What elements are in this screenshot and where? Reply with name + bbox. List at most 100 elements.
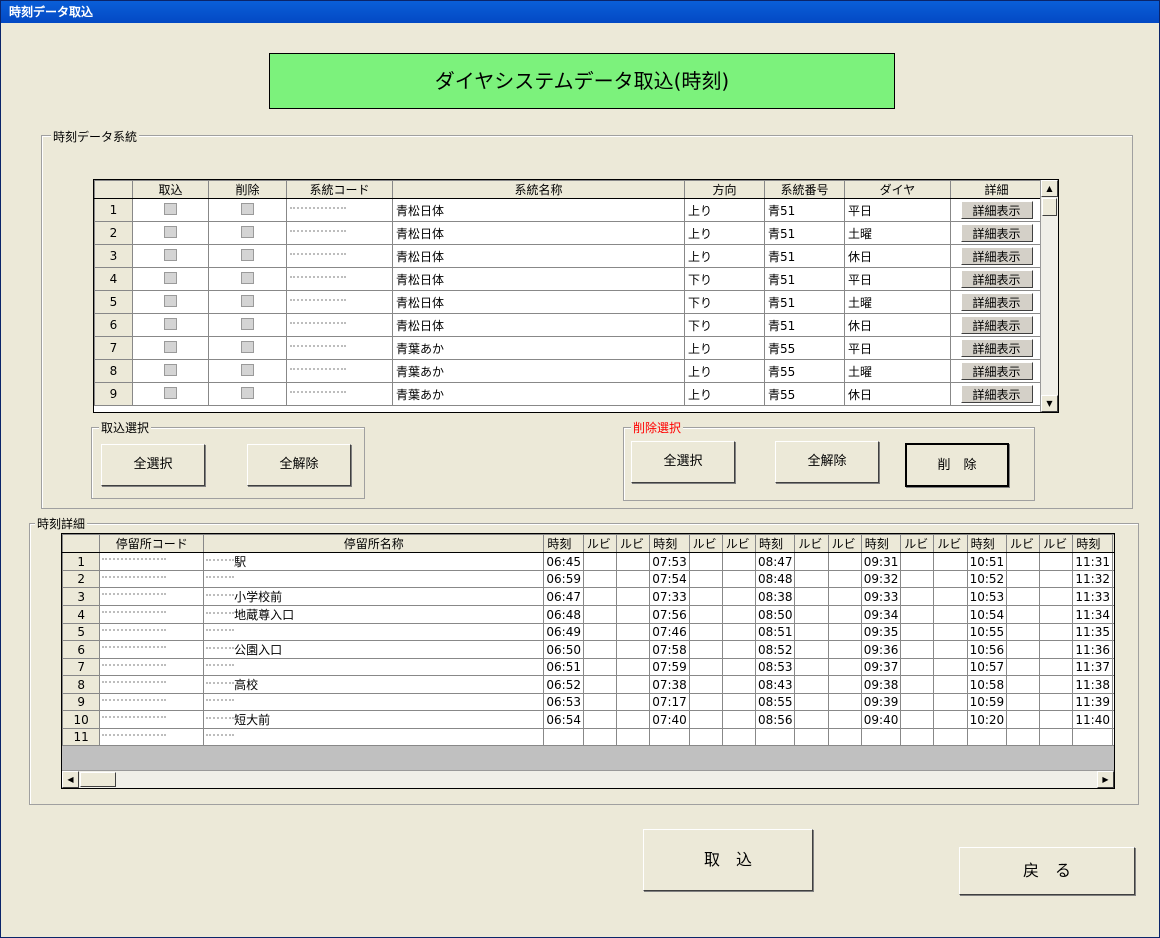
scroll-thumb[interactable] (1042, 198, 1057, 216)
import-checkbox-cell[interactable] (132, 198, 209, 222)
ruby-cell[interactable] (582, 623, 618, 641)
ruby-cell[interactable] (900, 658, 935, 676)
ruby-cell[interactable] (1005, 570, 1041, 588)
ruby-cell[interactable] (582, 675, 618, 694)
ruby-cell[interactable] (721, 623, 756, 641)
ruby-cell[interactable] (1005, 587, 1041, 606)
time-cell[interactable]: 11:39 (1072, 693, 1113, 711)
back-button[interactable]: 戻 る (959, 847, 1135, 895)
ruby-cell[interactable] (1111, 710, 1114, 729)
ruby-cell[interactable] (1111, 570, 1114, 588)
ruby-cell[interactable] (933, 728, 968, 746)
ruby-cell[interactable] (582, 710, 618, 729)
time-cell[interactable] (860, 728, 902, 746)
time-cell[interactable]: 08:56 (754, 710, 796, 729)
time-cell[interactable]: 07:56 (649, 605, 690, 624)
delete-checkbox[interactable] (241, 363, 254, 376)
time-cell[interactable]: 06:49 (543, 623, 584, 641)
ruby-cell[interactable] (1111, 658, 1114, 676)
time-cell[interactable]: 09:40 (860, 710, 902, 729)
ruby-cell[interactable] (1005, 640, 1041, 659)
ruby-cell[interactable] (582, 570, 618, 588)
time-cell[interactable] (543, 728, 584, 746)
import-checkbox-cell[interactable] (132, 313, 209, 337)
time-cell[interactable]: 07:58 (649, 640, 690, 659)
ruby-cell[interactable] (688, 623, 723, 641)
time-cell[interactable]: 08:48 (754, 570, 796, 588)
import-checkbox[interactable] (164, 386, 177, 399)
import-checkbox-cell[interactable] (132, 382, 209, 406)
ruby-cell[interactable] (615, 728, 651, 746)
ruby-cell[interactable] (582, 640, 618, 659)
system-row[interactable]: 2 青松日体 上り 青51 土曜 詳細表示 (94, 221, 1043, 245)
time-cell[interactable]: 07:46 (649, 623, 690, 641)
time-cell[interactable]: 08:43 (754, 675, 796, 694)
ruby-cell[interactable] (615, 587, 651, 606)
time-cell[interactable]: 08:52 (754, 640, 796, 659)
stop-row[interactable]: 7 06:51 07:59 08:53 09:37 10:57 11:37 (62, 658, 1114, 676)
delete-checkbox-cell[interactable] (208, 359, 287, 383)
import-checkbox-cell[interactable] (132, 221, 209, 245)
detail-show-button[interactable]: 詳細表示 (960, 385, 1033, 403)
delete-checkbox[interactable] (241, 386, 254, 399)
time-cell[interactable]: 09:32 (860, 570, 902, 588)
time-cell[interactable]: 10:56 (966, 640, 1008, 659)
system-row[interactable]: 3 青松日体 上り 青51 休日 詳細表示 (94, 244, 1043, 268)
import-clear-all-button[interactable]: 全解除 (247, 444, 351, 486)
import-checkbox[interactable] (164, 363, 177, 376)
delete-checkbox-cell[interactable] (208, 244, 287, 268)
time-cell[interactable] (966, 728, 1008, 746)
ruby-cell[interactable] (688, 552, 723, 571)
ruby-cell[interactable] (1039, 587, 1074, 606)
ruby-cell[interactable] (688, 570, 723, 588)
ruby-cell[interactable] (794, 640, 829, 659)
ruby-cell[interactable] (827, 623, 862, 641)
ruby-cell[interactable] (827, 552, 862, 571)
ruby-cell[interactable] (933, 710, 968, 729)
ruby-cell[interactable] (794, 570, 829, 588)
system-row[interactable]: 1 青松日体 上り 青51 平日 詳細表示 (94, 198, 1043, 222)
detail-show-button[interactable]: 詳細表示 (960, 224, 1033, 242)
time-cell[interactable]: 09:38 (860, 675, 902, 694)
time-cell[interactable]: 08:38 (754, 587, 796, 606)
time-cell[interactable]: 07:38 (649, 675, 690, 694)
ruby-cell[interactable] (933, 658, 968, 676)
time-cell[interactable]: 08:50 (754, 605, 796, 624)
import-checkbox[interactable] (164, 317, 177, 330)
ruby-cell[interactable] (615, 675, 651, 694)
system-row[interactable]: 7 青葉あか 上り 青55 平日 詳細表示 (94, 336, 1043, 360)
system-grid[interactable]: 取込 削除 系統コード 系統名称 方向 系統番号 ダイヤ 詳細 1 青松日体 上り 青51 平日 詳細表… (93, 179, 1059, 413)
ruby-cell[interactable] (933, 605, 968, 624)
stop-row[interactable]: 5 06:49 07:46 08:51 09:35 10:55 11:35 (62, 623, 1114, 641)
ruby-cell[interactable] (688, 710, 723, 729)
ruby-cell[interactable] (1005, 552, 1041, 571)
ruby-cell[interactable] (582, 728, 618, 746)
ruby-cell[interactable] (615, 552, 651, 571)
ruby-cell[interactable] (688, 587, 723, 606)
time-cell[interactable]: 07:59 (649, 658, 690, 676)
delete-checkbox[interactable] (241, 248, 254, 261)
ruby-cell[interactable] (688, 675, 723, 694)
stop-row[interactable]: 8 高校 06:52 07:38 08:43 09:38 10:58 11:38 (62, 675, 1114, 694)
ruby-cell[interactable] (1039, 693, 1074, 711)
time-cell[interactable]: 08:55 (754, 693, 796, 711)
delete-checkbox-cell[interactable] (208, 267, 287, 291)
ruby-cell[interactable] (1039, 623, 1074, 641)
detail-cell[interactable]: 詳細表示 (950, 336, 1043, 360)
detail-show-button[interactable]: 詳細表示 (960, 247, 1033, 265)
ruby-cell[interactable] (794, 658, 829, 676)
delete-checkbox[interactable] (241, 271, 254, 284)
ruby-cell[interactable] (794, 675, 829, 694)
ruby-cell[interactable] (615, 658, 651, 676)
time-cell[interactable]: 09:31 (860, 552, 902, 571)
ruby-cell[interactable] (794, 710, 829, 729)
delete-checkbox[interactable] (241, 225, 254, 238)
ruby-cell[interactable] (794, 693, 829, 711)
time-cell[interactable]: 10:51 (966, 552, 1008, 571)
delete-checkbox-cell[interactable] (208, 221, 287, 245)
detail-show-button[interactable]: 詳細表示 (960, 339, 1033, 357)
detail-cell[interactable]: 詳細表示 (950, 267, 1043, 291)
ruby-cell[interactable] (1005, 728, 1041, 746)
ruby-cell[interactable] (721, 693, 756, 711)
ruby-cell[interactable] (827, 658, 862, 676)
